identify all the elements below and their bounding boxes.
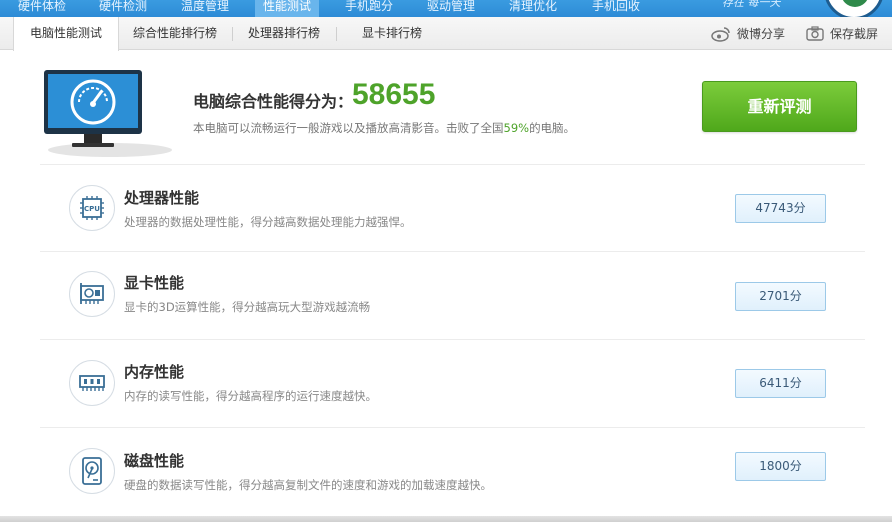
tab-separator <box>232 27 233 41</box>
weibo-share-label: 微博分享 <box>737 26 786 41</box>
section-divider <box>40 251 865 252</box>
cpu-score-badge: 47743分 <box>735 194 826 223</box>
overall-score-title: 电脑综合性能得分为： <box>193 92 354 111</box>
nav-hardware-detect[interactable]: 硬件检测 <box>99 0 147 17</box>
camera-icon <box>806 26 824 41</box>
tab-gpu-ranking[interactable]: 显卡排行榜 <box>362 17 422 50</box>
nav-temperature[interactable]: 温度管理 <box>181 0 229 17</box>
cpu-performance-title: 处理器性能 <box>124 189 200 207</box>
svg-text:CPU: CPU <box>84 205 100 213</box>
monitor-speedometer-icon <box>44 70 184 164</box>
overall-score-description: 本电脑可以流畅运行一般游戏以及播放高清影音。击败了全国59%的电脑。 <box>193 120 575 136</box>
nav-driver-management[interactable]: 驱动管理 <box>427 0 475 17</box>
gpu-performance-title: 显卡性能 <box>124 274 185 292</box>
nav-hardware-checkup[interactable]: 硬件体检 <box>18 0 66 17</box>
hard-disk-icon <box>69 448 115 494</box>
retest-button[interactable]: 重新评测 <box>702 81 857 132</box>
bottom-edge <box>0 516 892 522</box>
memory-performance-title: 内存性能 <box>124 363 185 381</box>
section-divider <box>40 339 865 340</box>
memory-score-badge: 6411分 <box>735 369 826 398</box>
sub-tab-bar: 电脑性能测试 综合性能排行榜 处理器排行榜 显卡排行榜 微博分享 保存截屏 <box>0 17 892 51</box>
graphics-card-icon <box>69 271 115 317</box>
disk-performance-desc: 硬盘的数据读写性能，得分越高复制文件的速度和游戏的加载速度越快。 <box>124 478 492 492</box>
weibo-share-button[interactable]: 微博分享 <box>711 17 785 50</box>
disk-performance-title: 磁盘性能 <box>124 452 185 470</box>
gpu-score-badge: 2701分 <box>735 282 826 311</box>
nav-performance-test[interactable]: 性能测试 <box>255 0 320 17</box>
tab-cpu-ranking[interactable]: 处理器排行榜 <box>248 17 320 50</box>
overall-score-value: 58655 <box>352 78 436 111</box>
section-divider <box>40 164 865 165</box>
app-logo <box>824 0 884 17</box>
save-screenshot-button[interactable]: 保存截屏 <box>806 17 878 50</box>
description-suffix: 的电脑。 <box>529 121 576 135</box>
save-screenshot-label: 保存截屏 <box>830 26 879 41</box>
cpu-performance-desc: 处理器的数据处理性能，得分越高数据处理能力越强悍。 <box>124 215 412 229</box>
cpu-icon: CPU <box>69 185 115 231</box>
gpu-performance-desc: 显卡的3D运算性能，得分越高玩大型游戏越流畅 <box>124 300 371 314</box>
memory-performance-desc: 内存的读写性能，得分越高程序的运行速度越快。 <box>124 389 377 403</box>
nav-cleanup[interactable]: 清理优化 <box>509 0 557 17</box>
memory-icon <box>69 360 115 406</box>
nav-phone-benchmark[interactable]: 手机跑分 <box>345 0 393 17</box>
weibo-icon <box>711 26 730 42</box>
top-navigation: 硬件体检 硬件检测 温度管理 性能测试 手机跑分 驱动管理 清理优化 手机回收 … <box>0 0 892 17</box>
beat-percentage: 59% <box>503 121 530 135</box>
disk-score-badge: 1800分 <box>735 452 826 481</box>
tab-overall-ranking[interactable]: 综合性能排行榜 <box>133 17 217 50</box>
tab-pc-performance-test[interactable]: 电脑性能测试 <box>13 17 120 51</box>
slogan-text: 存在 每一天 <box>722 0 781 9</box>
tab-separator <box>336 27 337 41</box>
nav-phone-recycle[interactable]: 手机回收 <box>592 0 640 17</box>
section-divider <box>40 427 865 428</box>
description-prefix: 本电脑可以流畅运行一般游戏以及播放高清影音。击败了全国 <box>193 121 504 135</box>
